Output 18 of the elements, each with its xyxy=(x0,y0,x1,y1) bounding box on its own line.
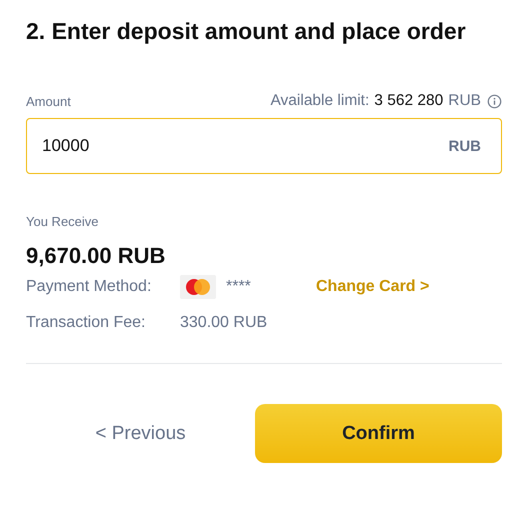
currency-label: RUB xyxy=(448,138,481,154)
fee-value: 330.00 RUB xyxy=(180,314,268,332)
receive-label: You Receive xyxy=(26,214,100,229)
section-title: 2. Enter deposit amount and place order xyxy=(26,17,467,46)
amount-label: Amount xyxy=(26,94,71,108)
card-number: **** xyxy=(226,278,252,296)
amount-field[interactable]: 10000 RUB xyxy=(26,118,502,174)
info-icon[interactable] xyxy=(487,94,502,108)
limit-label: Available limit: xyxy=(270,92,370,110)
detail-label: Payment Method: xyxy=(26,278,152,296)
receive-amount: 9,670.00 RUB xyxy=(26,243,166,269)
amount-value: 10000 xyxy=(42,136,90,156)
previous-button[interactable]: < Previous xyxy=(26,422,255,444)
detail-label: Transaction Fee: xyxy=(26,314,146,332)
limit-value: 3 562 280 xyxy=(374,92,444,110)
limit-currency: RUB xyxy=(448,92,481,110)
card-logo-icon xyxy=(180,275,216,299)
confirm-button[interactable]: Confirm xyxy=(255,404,502,463)
